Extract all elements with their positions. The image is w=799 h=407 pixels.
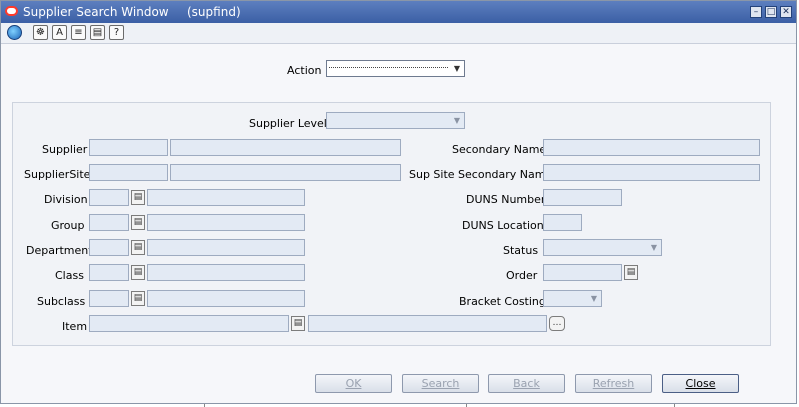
- class-lov-icon[interactable]: ▤: [131, 265, 145, 280]
- department-name-input[interactable]: [147, 239, 305, 256]
- supplier-label: Supplier: [42, 143, 88, 156]
- order-label: Order: [506, 269, 538, 282]
- item-lov-icon[interactable]: ▤: [291, 316, 305, 331]
- close-button[interactable]: Close: [662, 374, 739, 393]
- bracket-costing-select[interactable]: ▼: [543, 290, 602, 307]
- department-lov-icon[interactable]: ▤: [131, 240, 145, 255]
- subclass-name-input[interactable]: [147, 290, 305, 307]
- oracle-logo-icon: [5, 6, 18, 16]
- supplier-site-name-input[interactable]: [170, 164, 401, 181]
- group-label: Group: [51, 219, 85, 232]
- class-label: Class: [55, 269, 84, 282]
- supplier-site-id-input[interactable]: [89, 164, 168, 181]
- class-name-input[interactable]: [147, 264, 305, 281]
- subclass-lov-icon[interactable]: ▤: [131, 291, 145, 306]
- group-lov-icon[interactable]: ▤: [131, 215, 145, 230]
- item-comment-icon[interactable]: …: [549, 316, 565, 331]
- refresh-button-label: Refresh: [592, 377, 635, 390]
- secondary-name-input[interactable]: [543, 139, 760, 156]
- status-label: Status: [503, 244, 539, 257]
- back-button-label: Back: [513, 377, 540, 390]
- division-name-input[interactable]: [147, 189, 305, 206]
- toolbar: ☸ A ≡ ▤ ?: [1, 23, 796, 44]
- bracket-costing-label: Bracket Costing: [459, 295, 546, 308]
- order-input[interactable]: [543, 264, 622, 281]
- find-icon[interactable]: A: [52, 25, 67, 40]
- title-bar: Supplier Search Window (supfind) – □ ✕: [1, 1, 796, 23]
- supplier-id-input[interactable]: [89, 139, 168, 156]
- supplier-name-input[interactable]: [170, 139, 401, 156]
- chevron-down-icon[interactable]: ▼: [451, 62, 463, 75]
- class-id-input[interactable]: [89, 264, 129, 281]
- department-label: Department: [26, 244, 93, 257]
- duns-location-input[interactable]: [543, 214, 582, 231]
- notes-icon[interactable]: ≡: [71, 25, 86, 40]
- group-name-input[interactable]: [147, 214, 305, 231]
- window-title: Supplier Search Window: [23, 5, 169, 19]
- status-select[interactable]: ▼: [543, 239, 662, 256]
- department-id-input[interactable]: [89, 239, 129, 256]
- search-button[interactable]: Search: [402, 374, 479, 393]
- subclass-label: Subclass: [37, 295, 86, 308]
- item-description-input[interactable]: [308, 315, 547, 332]
- item-id-input[interactable]: [89, 315, 289, 332]
- group-id-input[interactable]: [89, 214, 129, 231]
- division-label: Division: [44, 193, 88, 206]
- close-button-label: Close: [685, 377, 716, 390]
- print-icon[interactable]: ▤: [90, 25, 105, 40]
- sup-site-secondary-name-label: Sup Site Secondary Name: [409, 168, 553, 181]
- ok-button-label: OK: [345, 377, 362, 390]
- minimize-icon[interactable]: –: [750, 6, 762, 18]
- back-button[interactable]: Back: [488, 374, 565, 393]
- globe-icon[interactable]: [7, 25, 22, 40]
- chevron-down-icon[interactable]: ▼: [588, 292, 600, 305]
- order-lov-icon[interactable]: ▤: [624, 265, 638, 280]
- search-button-label: Search: [421, 377, 460, 390]
- ok-button[interactable]: OK: [315, 374, 392, 393]
- refresh-button[interactable]: Refresh: [575, 374, 652, 393]
- supplier-level-select[interactable]: ▼: [326, 112, 465, 129]
- subclass-id-input[interactable]: [89, 290, 129, 307]
- supplier-search-window: Supplier Search Window (supfind) – □ ✕ ☸…: [0, 0, 797, 404]
- item-label: Item: [62, 320, 88, 333]
- chevron-down-icon[interactable]: ▼: [451, 114, 463, 127]
- maximize-icon[interactable]: □: [765, 6, 777, 18]
- supplier-site-label: SupplierSite: [24, 168, 91, 181]
- action-select[interactable]: ▼: [326, 60, 465, 77]
- chevron-down-icon[interactable]: ▼: [648, 241, 660, 254]
- close-window-icon[interactable]: ✕: [780, 6, 792, 18]
- duns-number-input[interactable]: [543, 189, 622, 206]
- action-focus-outline: [329, 67, 448, 68]
- sup-site-secondary-name-input[interactable]: [543, 164, 760, 181]
- window-app-id: (supfind): [187, 5, 241, 19]
- help-lookup-icon[interactable]: ☸: [33, 25, 48, 40]
- division-id-input[interactable]: [89, 189, 129, 206]
- supplier-level-label: Supplier Level: [249, 117, 327, 130]
- help-question-icon[interactable]: ?: [109, 25, 124, 40]
- duns-location-label: DUNS Location: [462, 219, 544, 232]
- division-lov-icon[interactable]: ▤: [131, 190, 145, 205]
- duns-number-label: DUNS Number: [466, 193, 546, 206]
- action-label: Action: [287, 64, 322, 77]
- secondary-name-label: Secondary Name: [452, 143, 547, 156]
